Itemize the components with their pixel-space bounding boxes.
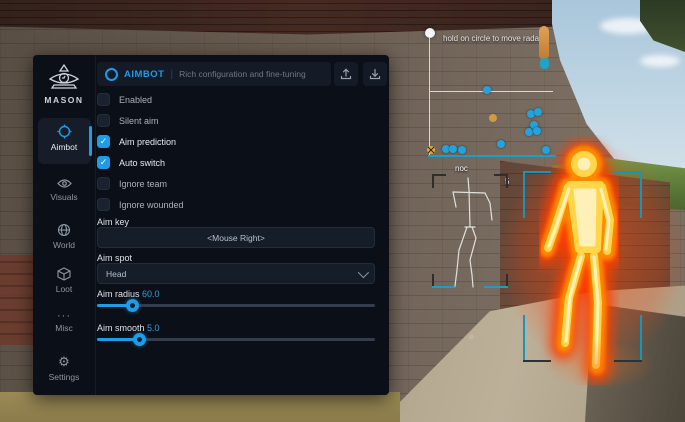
sidebar-item-loot[interactable]: Loot	[33, 267, 95, 294]
checkbox-label: Enabled	[119, 95, 152, 105]
aim-key-label: Aim key	[97, 217, 129, 227]
sidebar-item-label: Settings	[49, 372, 80, 382]
sidebar-item-label: Loot	[56, 284, 73, 294]
radar-dot-orange	[489, 114, 497, 122]
checkbox-box[interactable]	[97, 93, 110, 106]
section-title: AIMBOT	[124, 69, 164, 80]
dots-icon: ···	[57, 312, 71, 320]
aim-smooth-slider[interactable]	[97, 333, 375, 346]
radar-top-line	[430, 91, 553, 92]
export-config-button[interactable]	[334, 62, 358, 86]
checkbox-box[interactable]	[97, 114, 110, 127]
radar-dot-self	[427, 146, 435, 154]
checkbox-label: Silent aim	[119, 116, 159, 126]
screenshot-root: noc 5 hold on circle to move radar	[0, 0, 685, 422]
sidebar-item-settings[interactable]: ⚙ Settings	[33, 355, 95, 382]
radar-dot-blue	[497, 140, 505, 148]
download-icon	[369, 68, 381, 80]
checkbox-auto-switch[interactable]: ✓ Auto switch	[97, 152, 377, 173]
aim-radius-slider[interactable]	[97, 299, 375, 312]
checkbox-label: Auto switch	[119, 158, 165, 168]
aim-spot-label: Aim spot	[97, 253, 132, 263]
section-subtitle: Rich configuration and fine-tuning	[179, 69, 306, 79]
aim-key-button[interactable]: <Mouse Right>	[97, 227, 375, 248]
cheat-menu-panel: MASON Aimbot Visuals	[33, 55, 389, 395]
brand-name: MASON	[44, 95, 83, 105]
upload-icon	[340, 68, 352, 80]
slider-label: Aim radius	[97, 289, 140, 299]
radar-hint-text: hold on circle to move radar	[443, 34, 542, 43]
chevron-down-icon	[358, 266, 369, 277]
slider-thumb[interactable]	[133, 333, 146, 346]
radar-drag-handle[interactable]	[425, 28, 435, 38]
aim-key-value: <Mouse Right>	[207, 233, 265, 243]
sidebar-item-visuals[interactable]: Visuals	[33, 178, 95, 202]
checkbox-label: Aim prediction	[119, 137, 176, 147]
checkbox-enabled[interactable]: Enabled	[97, 89, 377, 110]
sidebar-item-world[interactable]: World	[33, 223, 95, 250]
radar-dot-blue	[525, 128, 533, 136]
checkbox-silent-aim[interactable]: Silent aim	[97, 110, 377, 131]
offscreen-marker-dot	[540, 58, 549, 69]
checkbox-aim-prediction[interactable]: ✓ Aim prediction	[97, 131, 377, 152]
radar-dot-blue	[533, 127, 541, 135]
sidebar-item-misc[interactable]: ··· Misc	[33, 312, 95, 333]
cube-icon	[57, 267, 71, 281]
sidebar-item-label: Visuals	[50, 192, 77, 202]
section-header: AIMBOT | Rich configuration and fine-tun…	[97, 62, 331, 86]
aim-spot-value: Head	[106, 269, 126, 279]
checkbox-list: Enabled Silent aim ✓ Aim prediction ✓ Au…	[97, 89, 377, 215]
radar-dot-blue	[449, 145, 457, 153]
aim-smooth-label: Aim smooth 5.0	[97, 323, 160, 333]
checkbox-label: Ignore wounded	[119, 200, 184, 210]
ground-strip	[0, 392, 400, 422]
radar-dot-blue	[483, 86, 491, 94]
checkbox-label: Ignore team	[119, 179, 167, 189]
checkbox-box[interactable]	[97, 198, 110, 211]
import-config-button[interactable]	[363, 62, 387, 86]
radar-left-line	[429, 38, 430, 155]
sidebar: MASON Aimbot Visuals	[33, 55, 96, 395]
slider-value: 60.0	[142, 289, 160, 299]
aimbot-ring-icon	[105, 68, 118, 81]
checkbox-box[interactable]: ✓	[97, 156, 110, 169]
header-separator: |	[170, 69, 173, 80]
sidebar-item-label: World	[53, 240, 75, 250]
radar-dot-blue	[534, 108, 542, 116]
checkbox-ignore-wounded[interactable]: Ignore wounded	[97, 194, 377, 215]
checkbox-box[interactable]	[97, 177, 110, 190]
offscreen-marker-capsule	[539, 26, 549, 60]
brick-patch	[0, 255, 34, 345]
skeleton-esp	[432, 174, 508, 290]
gear-icon: ⚙	[58, 355, 70, 369]
mason-eye-icon	[47, 63, 81, 93]
slider-label: Aim smooth	[97, 323, 145, 333]
globe-icon	[57, 223, 71, 237]
radar-dot-blue	[542, 146, 550, 154]
slider-value: 5.0	[147, 323, 160, 333]
sidebar-item-aimbot[interactable]: Aimbot	[33, 124, 95, 152]
radar-bottom-line	[428, 155, 556, 157]
crosshair-icon	[57, 124, 72, 139]
checkbox-ignore-team[interactable]: Ignore team	[97, 173, 377, 194]
slider-thumb[interactable]	[126, 299, 139, 312]
radar-dot-blue	[458, 146, 466, 154]
sidebar-item-label: Aimbot	[51, 142, 77, 152]
esp-player-name: noc	[455, 164, 468, 173]
sidebar-item-label: Misc	[55, 323, 72, 333]
aim-spot-select[interactable]: Head	[97, 263, 375, 284]
player-esp-box	[523, 171, 642, 362]
cloud	[640, 55, 680, 67]
brand-logo: MASON	[33, 63, 95, 105]
checkbox-box[interactable]: ✓	[97, 135, 110, 148]
eye-icon	[57, 178, 72, 189]
aim-radius-label: Aim radius 60.0	[97, 289, 160, 299]
